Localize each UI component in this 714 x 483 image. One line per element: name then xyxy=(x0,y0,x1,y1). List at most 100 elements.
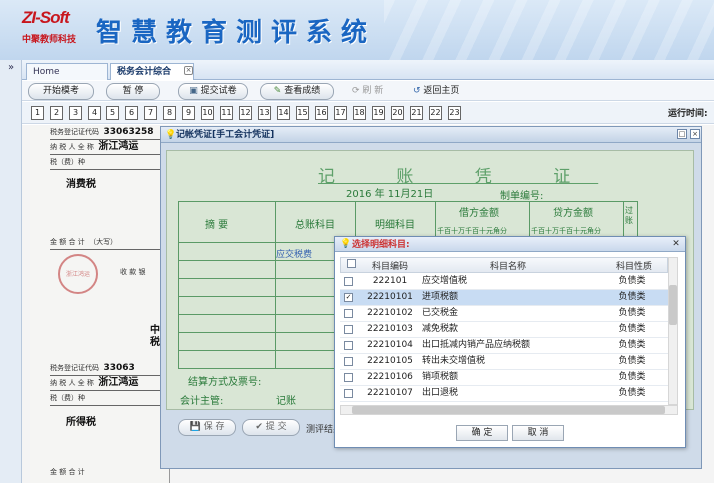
account-code: 22210102 xyxy=(367,308,413,318)
table-line xyxy=(275,202,276,368)
question-7[interactable]: 7 xyxy=(144,106,157,120)
question-15[interactable]: 15 xyxy=(296,106,309,120)
submit-paper-label: 提交试卷 xyxy=(200,86,237,96)
table-row[interactable]: 22210104 出口抵减内销产品应纳税额 负债类 xyxy=(340,338,668,354)
start-exam-button[interactable]: 开始模考 xyxy=(28,83,94,100)
start-exam-label: 开始模考 xyxy=(42,86,79,96)
question-22[interactable]: 22 xyxy=(429,106,442,120)
taxpayer-name: 浙江鸿运 xyxy=(98,141,139,152)
vertical-scroll-thumb[interactable] xyxy=(669,285,677,325)
tab-tax-accounting[interactable]: 税务会计综合 xyxy=(110,63,194,80)
account-code: 22210104 xyxy=(367,340,413,350)
table-row[interactable]: ✓ 22210101 进项税额 负债类 xyxy=(340,290,668,306)
horizontal-scroll-thumb[interactable] xyxy=(352,406,665,414)
close-icon[interactable]: × xyxy=(690,129,700,139)
row-checkbox[interactable] xyxy=(344,325,353,334)
question-14[interactable]: 14 xyxy=(277,106,290,120)
account-property: 负债类 xyxy=(618,372,646,382)
debit-digit-headers: 千百十万千百十元角分 xyxy=(437,226,507,236)
account-name: 出口退税 xyxy=(422,388,459,398)
submit-icon: ▣ xyxy=(189,86,201,96)
row-checkbox[interactable] xyxy=(344,341,353,350)
question-5[interactable]: 5 xyxy=(106,106,119,120)
maximize-icon[interactable]: □ xyxy=(677,129,687,139)
taxpayer-label: 纳 税 人 全 称 xyxy=(50,379,94,387)
digit: 元 xyxy=(580,227,587,235)
question-21[interactable]: 21 xyxy=(410,106,423,120)
taxpayer-name-2: 浙江鸿运 xyxy=(98,377,139,388)
pause-button[interactable]: 暂 停 xyxy=(106,83,160,100)
account-name: 减免税款 xyxy=(422,324,459,334)
table-row[interactable]: 22210105 转出未交增值税 负债类 xyxy=(340,354,668,370)
supervisor-label: 会计主管: xyxy=(180,396,224,407)
col-debit: 借方金额 xyxy=(459,208,499,219)
tax-type-label: 税（费）种 xyxy=(50,158,85,166)
row-checkbox[interactable] xyxy=(344,357,353,366)
dialog-close-icon[interactable]: ✕ xyxy=(671,239,681,249)
save-button[interactable]: 💾 保 存 xyxy=(178,419,236,436)
row-checkbox[interactable] xyxy=(344,277,353,286)
question-12[interactable]: 12 xyxy=(239,106,252,120)
row-checkbox[interactable] xyxy=(344,389,353,398)
refresh-label: 刷 新 xyxy=(362,86,384,96)
receipt-row: 纳 税 人 全 称 浙江鸿运 xyxy=(50,140,169,155)
row-checkbox[interactable] xyxy=(344,373,353,382)
submit-paper-button[interactable]: ▣ 提交试卷 xyxy=(178,83,248,100)
question-2[interactable]: 2 xyxy=(50,106,63,120)
cancel-button[interactable]: 取 消 xyxy=(512,425,564,441)
close-tab-icon[interactable]: × xyxy=(184,66,193,75)
reg-code-label: 税务登记证代码 xyxy=(50,128,99,136)
question-13[interactable]: 13 xyxy=(258,106,271,120)
digit: 千 xyxy=(531,227,538,235)
question-11[interactable]: 11 xyxy=(220,106,233,120)
voucher-number-label: 制单编号: xyxy=(500,191,544,202)
table-row[interactable]: 22210102 已交税金 负债类 xyxy=(340,306,668,322)
refresh-icon: ⟳ xyxy=(352,86,363,96)
question-3[interactable]: 3 xyxy=(69,106,82,120)
question-4[interactable]: 4 xyxy=(88,106,101,120)
question-16[interactable]: 16 xyxy=(315,106,328,120)
table-row[interactable]: 22210106 销项税额 负债类 xyxy=(340,370,668,386)
receipt-row: 税务登记证代码 33063258 xyxy=(50,126,169,140)
account-code: 22210106 xyxy=(367,372,413,382)
table-row[interactable]: 22210103 减免税款 负债类 xyxy=(340,322,668,338)
col-credit: 贷方金额 xyxy=(553,208,593,219)
table-row[interactable]: 22210107 出口退税 负债类 xyxy=(340,386,668,402)
question-23[interactable]: 23 xyxy=(448,106,461,120)
row-checkbox[interactable]: ✓ xyxy=(344,293,353,302)
question-6[interactable]: 6 xyxy=(125,106,138,120)
account-property: 负债类 xyxy=(618,308,646,318)
question-10[interactable]: 10 xyxy=(201,106,214,120)
vertical-scrollbar[interactable] xyxy=(668,257,678,405)
confirm-button[interactable]: 确 定 xyxy=(456,425,508,441)
expand-sidebar-icon[interactable]: » xyxy=(3,62,19,74)
col-code-header: 科目编码 xyxy=(371,262,408,272)
question-19[interactable]: 19 xyxy=(372,106,385,120)
table-row[interactable]: 222101 应交增值税 负债类 xyxy=(340,274,668,290)
checkbox[interactable] xyxy=(347,259,356,268)
question-20[interactable]: 20 xyxy=(391,106,404,120)
account-property: 负债类 xyxy=(618,324,646,334)
receipt-row: 金 额 合 计 （大写） xyxy=(50,236,169,250)
question-1[interactable]: 1 xyxy=(31,106,44,120)
banner-decoration xyxy=(384,0,714,60)
tab-home[interactable]: Home xyxy=(26,63,108,80)
row-checkbox[interactable] xyxy=(344,309,353,318)
credit-digit-headers: 千百十万千百十元角分 xyxy=(531,226,601,236)
view-score-button[interactable]: ✎ 查看成绩 xyxy=(260,83,334,100)
question-8[interactable]: 8 xyxy=(163,106,176,120)
pause-label: 暂 停 xyxy=(122,86,144,96)
account-property: 负债类 xyxy=(618,292,646,302)
question-18[interactable]: 18 xyxy=(353,106,366,120)
question-9[interactable]: 9 xyxy=(182,106,195,120)
submit-button[interactable]: ✔ 提 交 xyxy=(242,419,300,436)
question-17[interactable]: 17 xyxy=(334,106,347,120)
entry-general-account[interactable]: 应交税费 xyxy=(276,247,312,260)
back-icon: ↺ xyxy=(413,86,424,96)
digit: 角 xyxy=(493,227,500,235)
back-home-label: 返回主页 xyxy=(423,86,460,96)
digit: 十 xyxy=(545,227,552,235)
refresh-button[interactable]: ⟳ 刷 新 xyxy=(352,83,394,100)
back-home-button[interactable]: ↺ 返回主页 xyxy=(413,83,469,100)
digit: 千 xyxy=(559,227,566,235)
